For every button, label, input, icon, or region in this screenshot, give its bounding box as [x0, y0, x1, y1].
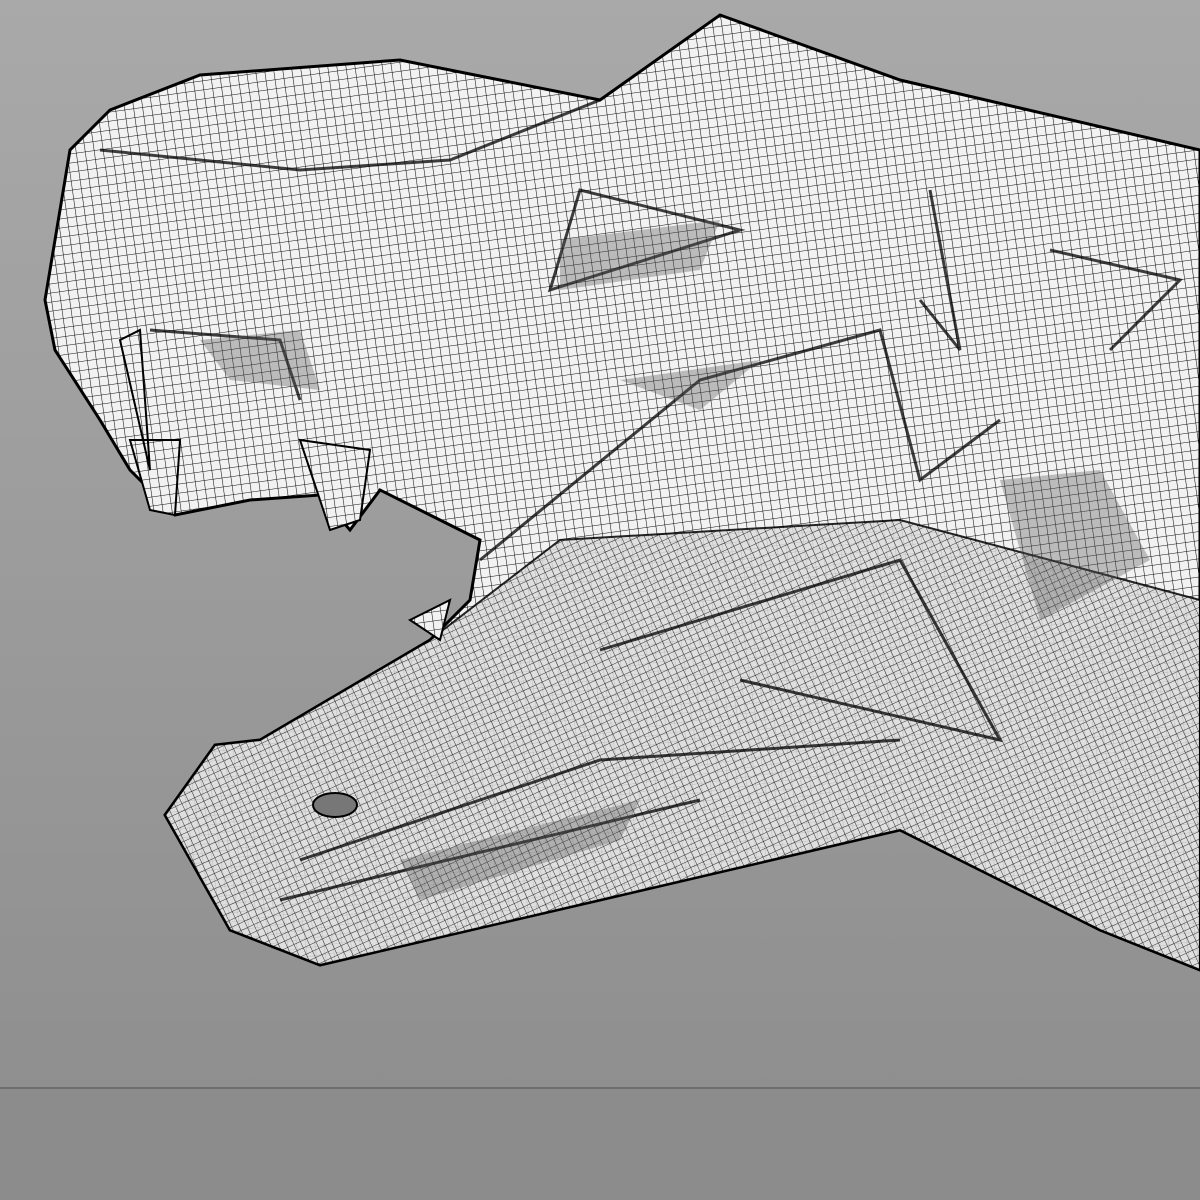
nostril: [312, 792, 358, 818]
floor: [0, 1088, 1200, 1200]
dinosaur-head-mesh: [43, 13, 1200, 972]
3d-viewport: [0, 0, 1200, 1200]
